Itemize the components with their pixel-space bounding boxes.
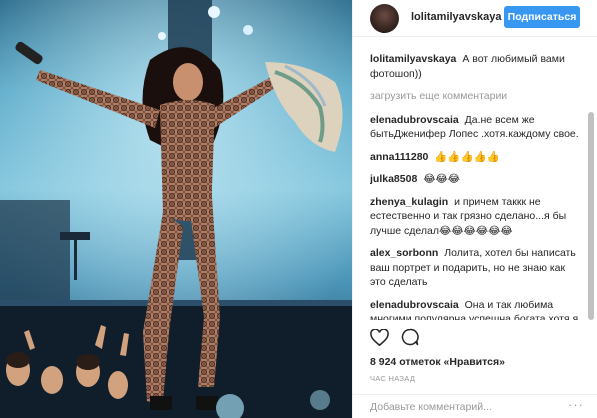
post-photo[interactable] xyxy=(0,0,352,418)
comment-username[interactable]: anna111280 xyxy=(370,151,428,163)
comment-item: elenadubrovscaia Она и так любима многим… xyxy=(370,298,582,321)
post-side-panel: lolitamilyavskaya Подписаться lolitamily… xyxy=(352,0,597,418)
load-more-comments-link[interactable]: загрузить еще комментарии xyxy=(370,89,582,104)
comment-item: alex_sorbonn Лолита, хотел бы написать в… xyxy=(370,246,582,290)
comment-username[interactable]: zhenya_kulagin xyxy=(370,196,448,208)
concert-photo-illustration xyxy=(0,0,352,418)
comment-username[interactable]: alex_sorbonn xyxy=(370,247,438,259)
comment-text: 😂😂😂 xyxy=(423,173,461,185)
comment-username[interactable]: elenadubrovscaia xyxy=(370,114,459,126)
comments-list: lolitamilyavskaya А вот любимый вами фот… xyxy=(370,52,582,320)
comment-item: julka8508 😂😂😂 xyxy=(370,172,582,187)
likes-count[interactable]: 8 924 отметок «Нравится» xyxy=(370,356,505,368)
comment-item: zhenya_kulagin и причем таккк не естеств… xyxy=(370,195,582,239)
follow-button[interactable]: Подписаться xyxy=(504,6,580,28)
comment-username[interactable]: elenadubrovscaia xyxy=(370,299,459,311)
avatar[interactable] xyxy=(370,4,399,33)
post-header: lolitamilyavskaya Подписаться xyxy=(353,0,597,37)
post-actions xyxy=(370,328,427,348)
comments-scrollbar[interactable] xyxy=(588,112,594,320)
speech-bubble-icon[interactable] xyxy=(401,328,420,351)
comment-text: 👍👍👍👍👍 xyxy=(434,150,500,163)
add-comment-bar: ··· xyxy=(353,394,597,418)
header-username[interactable]: lolitamilyavskaya xyxy=(411,11,502,23)
comment-item: elenadubrovscaia Да.не всем же бытьДжени… xyxy=(370,113,582,142)
caption-username[interactable]: lolitamilyavskaya xyxy=(370,53,456,65)
comment-item: anna111280 👍👍👍👍👍 xyxy=(370,150,582,165)
comment-username[interactable]: julka8508 xyxy=(370,173,417,185)
heart-icon[interactable] xyxy=(370,328,389,351)
more-options-icon[interactable]: ··· xyxy=(568,397,584,412)
post-timestamp[interactable]: ЧАС НАЗАД xyxy=(370,374,415,383)
comment-input[interactable] xyxy=(370,400,550,414)
caption: lolitamilyavskaya А вот любимый вами фот… xyxy=(370,52,582,81)
